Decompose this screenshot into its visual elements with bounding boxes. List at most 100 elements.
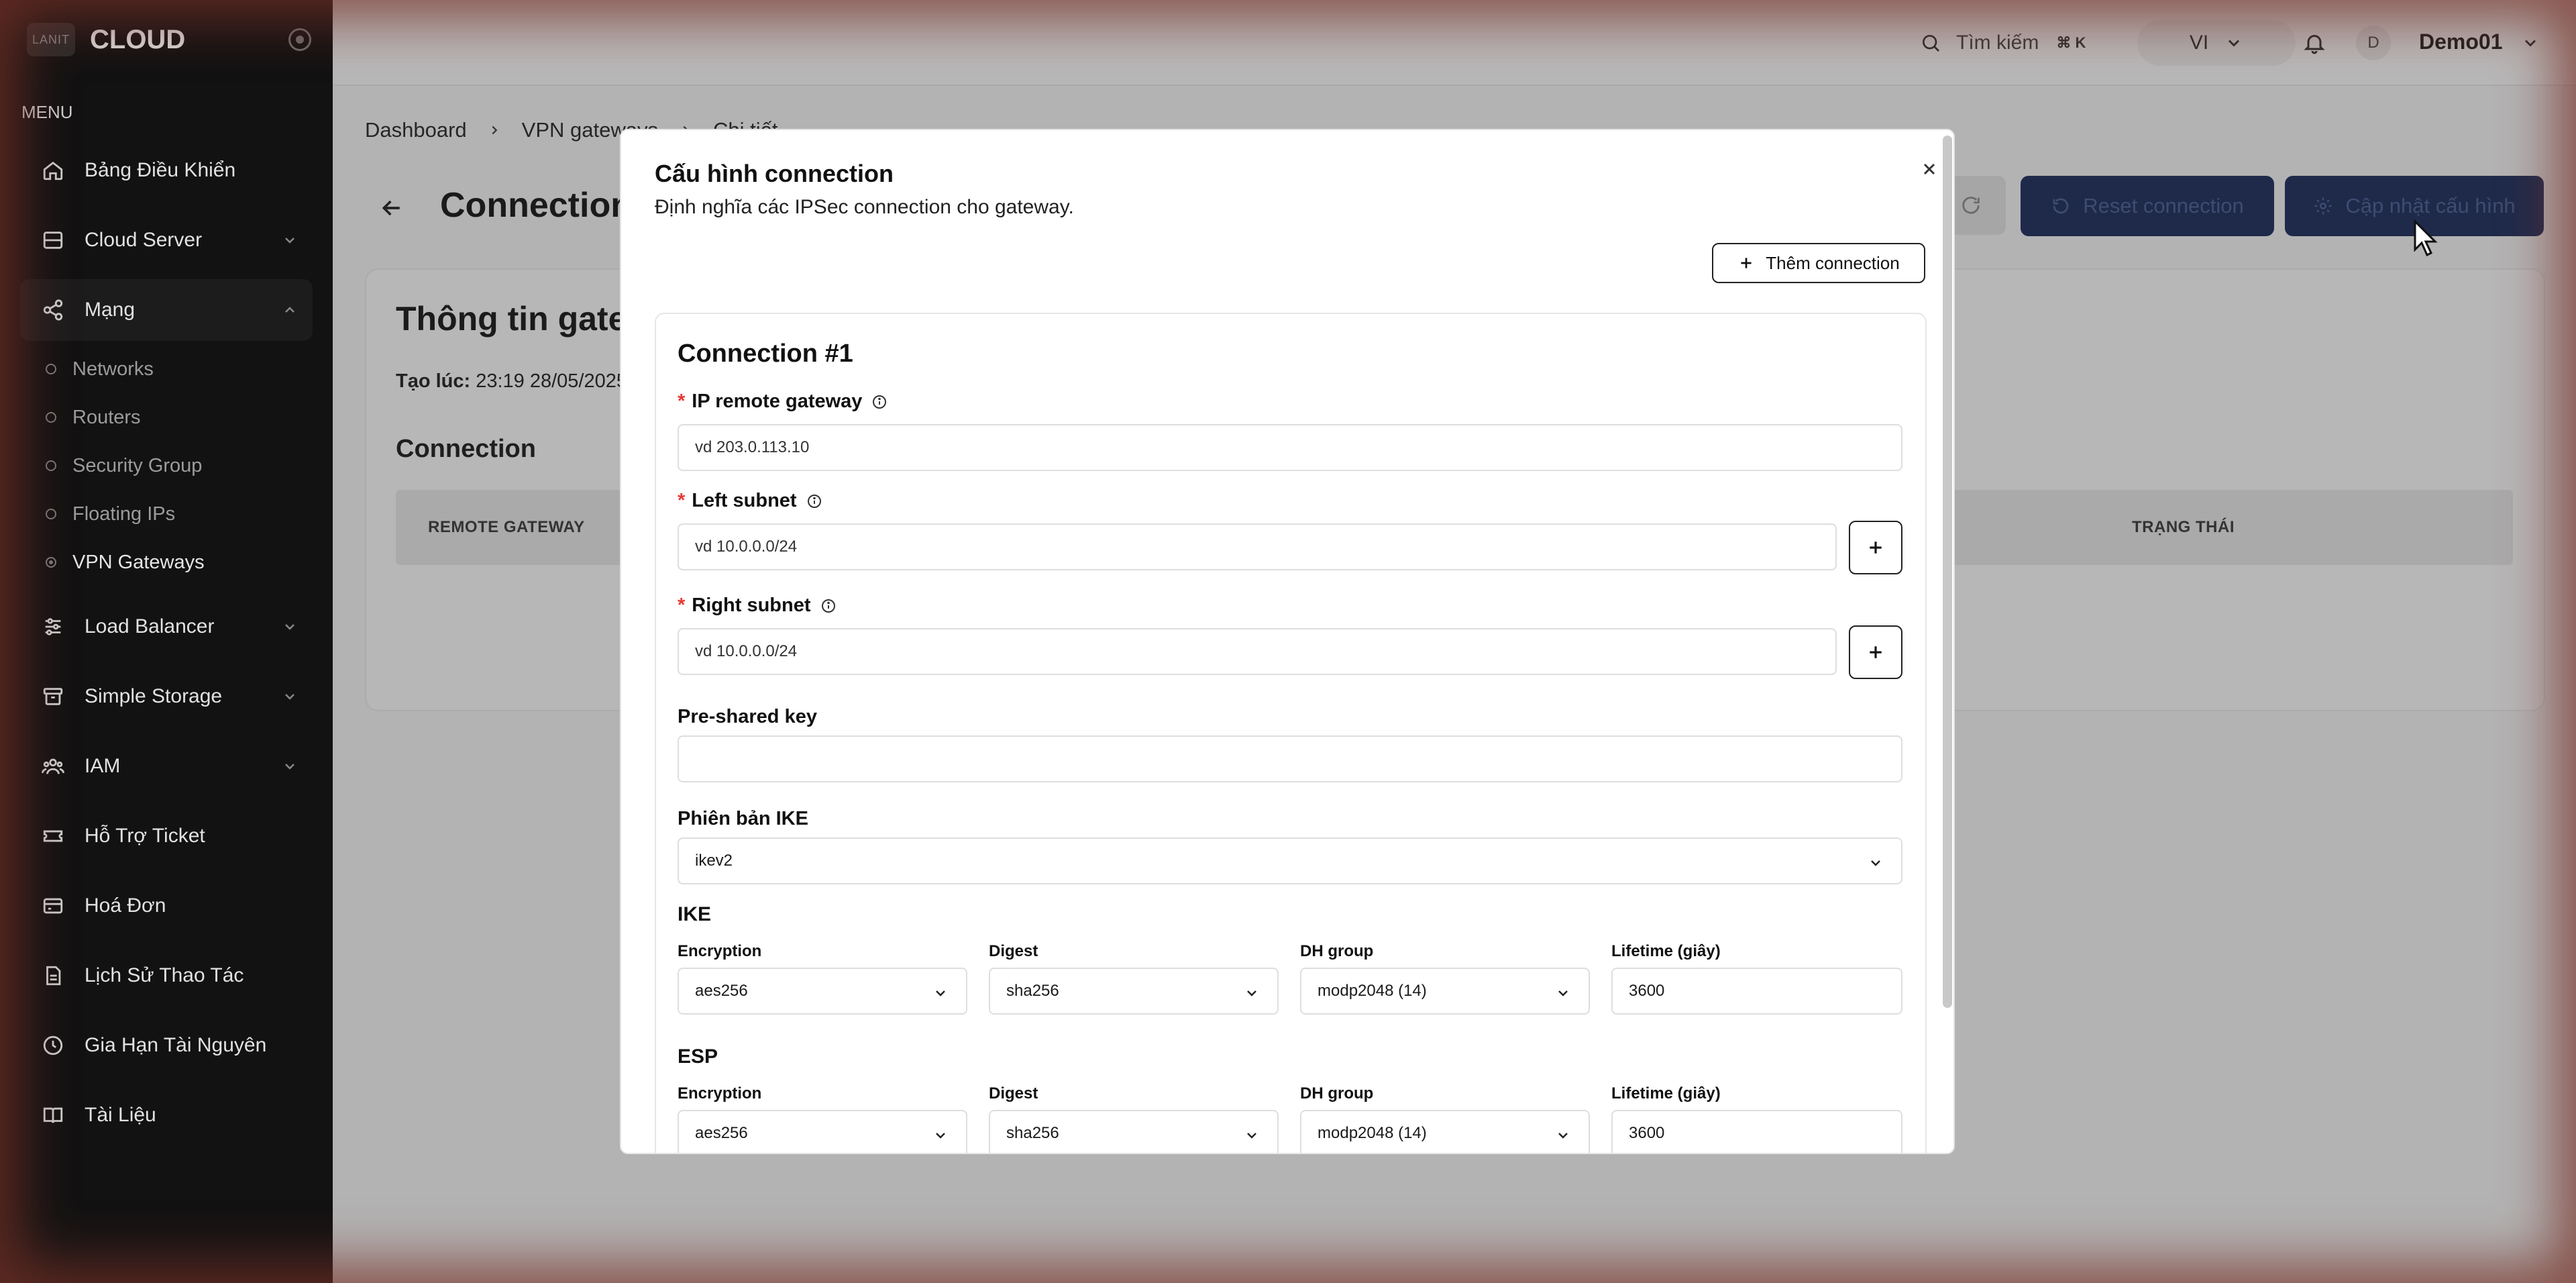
- refresh-icon: [1962, 197, 1980, 214]
- users-icon: [40, 754, 66, 779]
- modal-scrollbar[interactable]: [1943, 136, 1952, 1008]
- sidebar-item-activity-history[interactable]: Lịch Sử Thao Tác: [20, 945, 313, 1007]
- sliders-icon: [40, 614, 66, 639]
- esp-dh-group-select[interactable]: modp2048 (14): [1300, 1110, 1590, 1153]
- book-icon: [40, 1102, 66, 1128]
- search-icon: [1923, 35, 1939, 52]
- info-icon[interactable]: [871, 394, 888, 410]
- sidebar-subitem-floating-ips[interactable]: Floating IPs: [20, 490, 313, 538]
- ike-version-select[interactable]: ikev2: [678, 837, 1902, 884]
- sidebar-item-label: Load Balancer: [85, 615, 215, 637]
- right-subnet-label-text: Right subnet: [692, 595, 811, 616]
- ike-dh-group-value: modp2048 (14): [1318, 982, 1427, 1000]
- chevron-down-icon: [1558, 1133, 1568, 1139]
- ike-lifetime-input[interactable]: 3600: [1611, 968, 1902, 1015]
- sidebar-toggle-button[interactable]: [288, 28, 311, 51]
- sidebar-nav: Bảng Điều Khiển Cloud Server Mạng Networ…: [20, 140, 313, 1154]
- sidebar-item-network[interactable]: Mạng: [20, 279, 313, 341]
- sidebar-item-label: Cloud Server: [85, 229, 203, 251]
- mouse-cursor-icon: [2414, 220, 2438, 257]
- ike-digest-select[interactable]: sha256: [989, 968, 1279, 1015]
- esp-digest-label: Digest: [989, 1084, 1038, 1102]
- sidebar-item-iam[interactable]: IAM: [20, 735, 313, 797]
- esp-encryption-value: aes256: [695, 1124, 748, 1142]
- ike-lifetime-label: Lifetime (giây): [1611, 942, 1721, 960]
- server-icon: [40, 227, 66, 253]
- share-network-icon: [40, 297, 66, 323]
- breadcrumb-dashboard[interactable]: Dashboard: [365, 118, 467, 142]
- notification-button[interactable]: [2298, 27, 2330, 59]
- chevron-down-icon: [936, 1133, 945, 1139]
- sidebar-item-label: Hỗ Trợ Ticket: [85, 825, 205, 847]
- avatar[interactable]: D: [2356, 25, 2391, 60]
- sidebar-item-load-balancer[interactable]: Load Balancer: [20, 596, 313, 658]
- sidebar-subitem-vpn-gateways[interactable]: VPN Gateways: [20, 538, 313, 586]
- page-title: Connection: [440, 186, 632, 225]
- ike-digest-value: sha256: [1006, 982, 1059, 1000]
- plus-icon: [1870, 542, 1882, 554]
- left-subnet-label-text: Left subnet: [692, 490, 797, 511]
- psk-label: Pre-shared key: [678, 706, 817, 727]
- sidebar-item-renewal[interactable]: Gia Hạn Tài Nguyên: [20, 1015, 313, 1076]
- sidebar-item-label: Mạng: [85, 299, 136, 321]
- ike-version-label: Phiên bản IKE: [678, 808, 808, 829]
- sidebar-item-label: IAM: [85, 755, 121, 777]
- add-left-subnet-button[interactable]: [1849, 521, 1902, 574]
- esp-encryption-select[interactable]: aes256: [678, 1110, 967, 1153]
- esp-lifetime-input[interactable]: 3600: [1611, 1110, 1902, 1153]
- sidebar-item-simple-storage[interactable]: Simple Storage: [20, 666, 313, 727]
- sidebar-subitem-security-group[interactable]: Security Group: [20, 442, 313, 490]
- add-right-subnet-button[interactable]: [1849, 625, 1902, 679]
- ike-dh-group-select[interactable]: modp2048 (14): [1300, 968, 1590, 1015]
- subitem-label: Routers: [72, 406, 141, 428]
- add-connection-button[interactable]: Thêm connection: [1712, 243, 1925, 283]
- search-trigger[interactable]: Tìm kiếm ⌘ K: [1920, 24, 2086, 62]
- bullet-icon: [46, 412, 56, 423]
- bullet-icon: [46, 509, 56, 519]
- sidebar-item-invoice[interactable]: Hoá Đơn: [20, 875, 313, 937]
- sidebar-item-dashboard[interactable]: Bảng Điều Khiển: [20, 140, 313, 201]
- psk-input[interactable]: [678, 735, 1902, 782]
- sidebar-subitem-networks[interactable]: Networks: [20, 345, 313, 393]
- bullet-icon: [46, 460, 56, 471]
- topbar: Tìm kiếm ⌘ K VI D Demo01: [333, 0, 2576, 86]
- esp-dh-group-label: DH group: [1300, 1084, 1374, 1102]
- sidebar-item-docs[interactable]: Tài Liệu: [20, 1084, 313, 1146]
- required-asterisk: *: [678, 391, 686, 412]
- connection-card: Connection #1 * IP remote gateway vd 203…: [655, 313, 1927, 1153]
- ip-remote-label-text: IP remote gateway: [692, 391, 863, 412]
- close-button[interactable]: [1916, 156, 1943, 183]
- archive-icon: [40, 684, 66, 709]
- left-subnet-input[interactable]: vd 10.0.0.0/24: [678, 523, 1837, 570]
- chevron-down-icon: [2229, 40, 2240, 47]
- username[interactable]: Demo01: [2419, 30, 2503, 54]
- sidebar-item-cloud-server[interactable]: Cloud Server: [20, 209, 313, 271]
- sidebar-subitem-routers[interactable]: Routers: [20, 393, 313, 442]
- back-arrow-icon[interactable]: [378, 195, 405, 221]
- reset-connection-button[interactable]: Reset connection: [2021, 176, 2274, 236]
- rotate-icon: [2053, 198, 2069, 214]
- ip-remote-input[interactable]: vd 203.0.113.10: [678, 424, 1902, 471]
- chevron-up-icon: [285, 307, 294, 313]
- modal-title: Cấu hình connection: [655, 160, 894, 187]
- subitem-label: Security Group: [72, 454, 203, 476]
- info-icon[interactable]: [820, 598, 837, 614]
- language-select[interactable]: VI: [2137, 20, 2296, 66]
- sidebar-item-support-ticket[interactable]: Hỗ Trợ Ticket: [20, 805, 313, 867]
- created-at: Tạo lúc: 23:19 28/05/2025: [396, 370, 627, 393]
- ike-encryption-select[interactable]: aes256: [678, 968, 967, 1015]
- plus-icon: [1870, 646, 1882, 658]
- chevron-down-icon[interactable]: [2521, 34, 2540, 52]
- sidebar-item-label: Lịch Sử Thao Tác: [85, 964, 244, 986]
- chevron-down-icon: [1871, 860, 1880, 866]
- brand[interactable]: LANIT CLOUD: [27, 23, 185, 56]
- sidebar-item-label: Tài Liệu: [85, 1104, 156, 1126]
- column-header-remote-gateway: REMOTE GATEWAY: [428, 518, 585, 536]
- right-subnet-input[interactable]: vd 10.0.0.0/24: [678, 628, 1837, 675]
- esp-digest-select[interactable]: sha256: [989, 1110, 1279, 1153]
- info-icon[interactable]: [806, 493, 822, 509]
- subitem-label: VPN Gateways: [72, 551, 205, 573]
- chevron-down-icon: [936, 990, 945, 996]
- clock-icon: [40, 1033, 66, 1058]
- connection-title: Connection #1: [678, 340, 853, 368]
